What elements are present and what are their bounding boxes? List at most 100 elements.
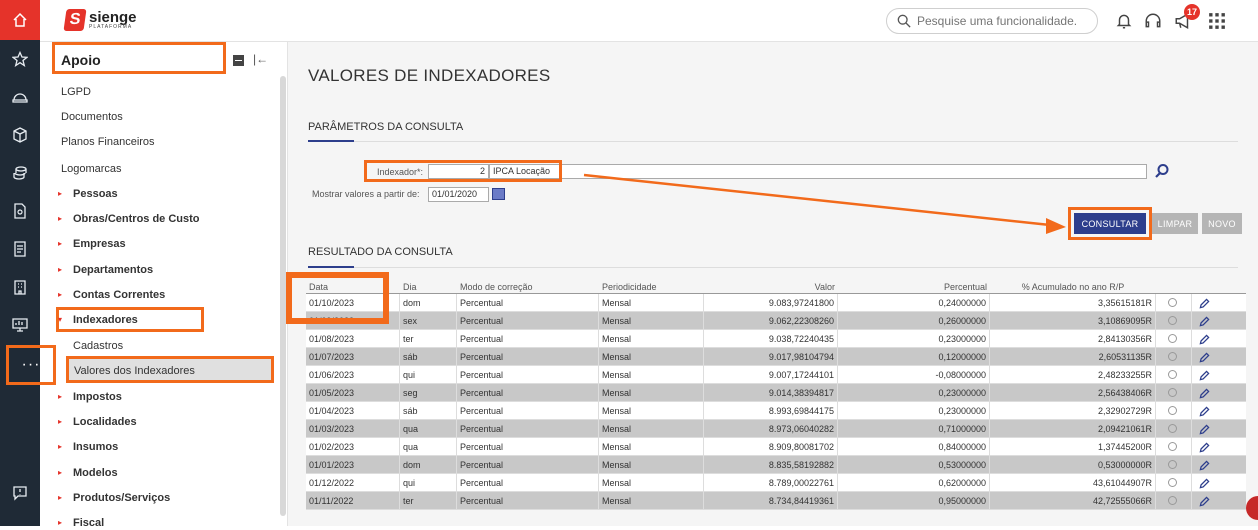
sidebar-item-localidades[interactable]: Localidades	[73, 415, 137, 429]
collapse-icon[interactable]	[233, 55, 244, 66]
edit-icon[interactable]	[1199, 423, 1210, 437]
sidebar-item-modelos[interactable]: Modelos	[73, 466, 118, 480]
cell-data: 01/02/2023	[306, 438, 400, 455]
sidebar-item-insumos[interactable]: Insumos	[73, 440, 118, 454]
top-bar: S sienge PLATAFORMA 17	[40, 0, 1258, 42]
search-input[interactable]	[917, 14, 1087, 28]
sidebar: Apoio |← LGPD Documentos Planos Financei…	[40, 42, 288, 529]
cell-dia: sáb	[400, 402, 457, 419]
info-icon[interactable]	[1168, 298, 1177, 307]
calendar-icon[interactable]	[492, 188, 505, 200]
table-row[interactable]: 01/04/2023 sáb Percentual Mensal 8.993,69844…	[306, 402, 1246, 420]
home-icon[interactable]	[0, 0, 40, 40]
edit-icon[interactable]	[1199, 459, 1210, 473]
cell-valor: 8.789,00022761	[704, 474, 838, 491]
global-search[interactable]	[886, 8, 1098, 34]
coins-icon[interactable]	[0, 158, 40, 188]
sidebar-item-valores-indexadores[interactable]: Valores dos Indexadores	[74, 364, 195, 378]
info-icon[interactable]	[1168, 316, 1177, 325]
table-row[interactable]: 01/10/2023 dom Percentual Mensal 9.083,97241…	[306, 294, 1246, 312]
chevron-right-icon: ▸	[58, 214, 63, 223]
helmet-icon[interactable]	[0, 82, 40, 112]
info-icon[interactable]	[1168, 442, 1177, 451]
table-row[interactable]: 01/05/2023 seg Percentual Mensal 9.014,38394…	[306, 384, 1246, 402]
list-icon[interactable]	[0, 234, 40, 264]
sidebar-item-contas-correntes[interactable]: Contas Correntes	[73, 288, 165, 302]
table-row[interactable]: 01/06/2023 qui Percentual Mensal 9.007,17244…	[306, 366, 1246, 384]
sienge-logo[interactable]: S sienge PLATAFORMA	[63, 9, 137, 31]
table-row[interactable]: 01/11/2022 ter Percentual Mensal 8.734,84419…	[306, 492, 1246, 510]
info-icon[interactable]	[1168, 388, 1177, 397]
sidebar-item-cadastros[interactable]: Cadastros	[73, 339, 123, 353]
edit-icon[interactable]	[1199, 477, 1210, 491]
info-icon[interactable]	[1168, 334, 1177, 343]
apps-grid-icon[interactable]	[1208, 12, 1226, 30]
col-valor[interactable]: Valor	[704, 280, 838, 293]
info-icon[interactable]	[1168, 406, 1177, 415]
sidebar-item-empresas[interactable]: Empresas	[73, 237, 126, 251]
sidebar-item-documentos[interactable]: Documentos	[61, 110, 123, 124]
sidebar-item-pessoas[interactable]: Pessoas	[73, 187, 118, 201]
date-input[interactable]: 01/01/2020	[428, 187, 489, 202]
sidebar-item-indexadores[interactable]: Indexadores	[73, 313, 138, 327]
table-row[interactable]: 01/01/2023 dom Percentual Mensal 8.835,58192…	[306, 456, 1246, 474]
hide-sidebar-icon[interactable]: |←	[253, 52, 268, 66]
info-icon[interactable]	[1168, 352, 1177, 361]
sidebar-item-produtos-servicos[interactable]: Produtos/Serviços	[73, 491, 170, 505]
cell-modo: Percentual	[457, 456, 599, 473]
table-row[interactable]: 01/12/2022 qui Percentual Mensal 8.789,00022…	[306, 474, 1246, 492]
edit-icon[interactable]	[1199, 333, 1210, 347]
sidebar-item-planos-financeiros[interactable]: Planos Financeiros	[61, 135, 155, 149]
sidebar-item-departamentos[interactable]: Departamentos	[73, 263, 153, 277]
headset-icon[interactable]	[1144, 12, 1162, 30]
edit-icon[interactable]	[1199, 495, 1210, 509]
limpar-button[interactable]: LIMPAR	[1152, 213, 1198, 234]
edit-icon[interactable]	[1199, 351, 1210, 365]
edit-icon[interactable]	[1199, 369, 1210, 383]
cell-dia: qua	[400, 420, 457, 437]
sidebar-item-impostos[interactable]: Impostos	[73, 390, 122, 404]
col-percentual[interactable]: Percentual	[838, 280, 990, 293]
cell-dia: ter	[400, 492, 457, 509]
edit-icon[interactable]	[1199, 441, 1210, 455]
document-icon[interactable]	[0, 196, 40, 226]
sidebar-item-lgpd[interactable]: LGPD	[61, 85, 91, 99]
novo-button[interactable]: NOVO	[1202, 213, 1242, 234]
consultar-button[interactable]: CONSULTAR	[1074, 213, 1146, 234]
building-icon[interactable]	[0, 272, 40, 302]
monitor-icon[interactable]	[0, 310, 40, 340]
info-icon[interactable]	[1168, 496, 1177, 505]
cell-info	[1156, 312, 1192, 329]
sidebar-item-obras[interactable]: Obras/Centros de Custo	[73, 212, 200, 226]
col-acumulado[interactable]: % Acumulado no ano R/P	[990, 280, 1156, 293]
edit-icon[interactable]	[1199, 387, 1210, 401]
table-row[interactable]: 01/02/2023 qua Percentual Mensal 8.909,80081…	[306, 438, 1246, 456]
edit-icon[interactable]	[1199, 297, 1210, 311]
col-data[interactable]: Data	[306, 280, 400, 293]
table-row[interactable]: 01/07/2023 sáb Percentual Mensal 9.017,98104…	[306, 348, 1246, 366]
more-icon[interactable]: ···	[6, 345, 56, 385]
sidebar-item-fiscal[interactable]: Fiscal	[73, 516, 104, 530]
table-row[interactable]: 01/09/2023 sex Percentual Mensal 9.062,22308…	[306, 312, 1246, 330]
col-periodicidade[interactable]: Periodicidade	[599, 280, 704, 293]
info-icon[interactable]	[1168, 478, 1177, 487]
table-row[interactable]: 01/08/2023 ter Percentual Mensal 9.038,72240…	[306, 330, 1246, 348]
bell-icon[interactable]	[1115, 12, 1133, 30]
search-icon[interactable]	[1154, 163, 1170, 179]
sidebar-item-logomarcas[interactable]: Logomarcas	[61, 162, 122, 176]
info-icon[interactable]	[1168, 460, 1177, 469]
section-underline	[308, 140, 354, 142]
col-dia[interactable]: Dia	[400, 280, 457, 293]
table-row[interactable]: 01/03/2023 qua Percentual Mensal 8.973,06040…	[306, 420, 1246, 438]
star-icon[interactable]	[0, 44, 40, 74]
box-icon[interactable]	[0, 120, 40, 150]
sidebar-scrollbar[interactable]	[280, 76, 286, 516]
indexador-name-input[interactable]: IPCA Locação	[489, 164, 1147, 179]
col-modo[interactable]: Modo de correção	[457, 280, 599, 293]
cell-acumulado: 2,60531135R	[990, 348, 1156, 365]
edit-icon[interactable]	[1199, 405, 1210, 419]
info-icon[interactable]	[1168, 424, 1177, 433]
info-icon[interactable]	[1168, 370, 1177, 379]
feedback-icon[interactable]	[0, 478, 40, 508]
edit-icon[interactable]	[1199, 315, 1210, 329]
